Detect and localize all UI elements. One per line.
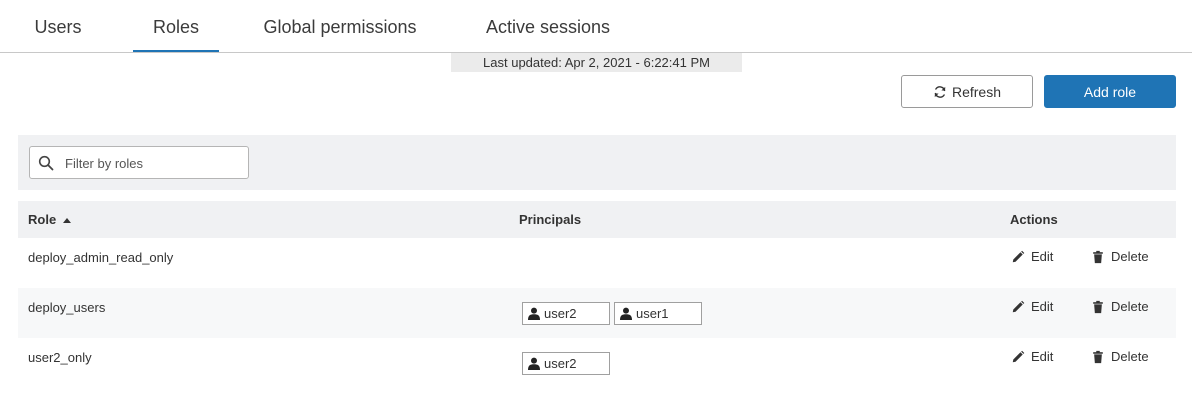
refresh-button[interactable]: Refresh bbox=[901, 75, 1033, 108]
add-role-button-label: Add role bbox=[1083, 83, 1137, 100]
tab-bar: Users Roles Global permissions Active se… bbox=[0, 0, 1192, 53]
delete-button[interactable]: Delete bbox=[1091, 349, 1149, 364]
trash-icon bbox=[1093, 300, 1103, 313]
pencil-icon bbox=[1012, 350, 1025, 362]
tab-roles[interactable]: Roles bbox=[133, 0, 219, 52]
column-header-role-label: Role bbox=[28, 212, 57, 227]
edit-button[interactable]: Edit bbox=[1011, 299, 1053, 314]
principals-list: user2 bbox=[522, 352, 610, 375]
trash-icon bbox=[1093, 350, 1103, 363]
delete-button[interactable]: Delete bbox=[1091, 249, 1149, 264]
user-icon bbox=[620, 307, 632, 320]
edit-label: Edit bbox=[1031, 299, 1054, 314]
delete-label: Delete bbox=[1111, 349, 1149, 364]
principal-chip: user1 bbox=[614, 302, 702, 325]
principal-name: user2 bbox=[544, 306, 577, 321]
filter-input-container[interactable] bbox=[29, 146, 249, 179]
tab-global-permissions[interactable]: Global permissions bbox=[252, 0, 428, 52]
filter-bar bbox=[18, 135, 1176, 190]
filter-roles-input[interactable] bbox=[65, 153, 243, 173]
pencil-icon bbox=[1012, 300, 1025, 312]
delete-label: Delete bbox=[1111, 299, 1149, 314]
table-header: Role Principals Actions bbox=[18, 201, 1176, 238]
table-row: user2_only user2 Edit Delete bbox=[18, 338, 1176, 388]
add-role-button[interactable]: Add role bbox=[1044, 75, 1176, 108]
last-updated-banner: Last updated: Apr 2, 2021 - 6:22:41 PM bbox=[451, 53, 742, 72]
edit-button[interactable]: Edit bbox=[1011, 249, 1053, 264]
sort-ascending-icon bbox=[63, 217, 72, 223]
pencil-icon bbox=[1012, 250, 1025, 262]
column-header-actions: Actions bbox=[1010, 212, 1058, 227]
refresh-button-label: Refresh bbox=[951, 83, 1002, 100]
role-name: user2_only bbox=[28, 350, 92, 365]
delete-label: Delete bbox=[1111, 249, 1149, 264]
table-row: deploy_admin_read_only Edit Delete bbox=[18, 238, 1176, 288]
refresh-icon bbox=[934, 85, 946, 98]
trash-icon bbox=[1093, 250, 1103, 263]
search-icon bbox=[38, 155, 54, 171]
edit-button[interactable]: Edit bbox=[1011, 349, 1053, 364]
principal-chip: user2 bbox=[522, 302, 610, 325]
column-header-principals: Principals bbox=[519, 212, 582, 227]
delete-button[interactable]: Delete bbox=[1091, 299, 1149, 314]
edit-label: Edit bbox=[1031, 349, 1054, 364]
role-name: deploy_admin_read_only bbox=[28, 250, 174, 265]
tab-users[interactable]: Users bbox=[18, 0, 98, 52]
roles-table: Role Principals Actions deploy_admin_rea… bbox=[18, 201, 1176, 388]
principal-name: user2 bbox=[544, 356, 577, 371]
principal-name: user1 bbox=[636, 306, 669, 321]
tab-active-sessions[interactable]: Active sessions bbox=[478, 0, 618, 52]
table-row: deploy_users user2 user1 Edit Delete bbox=[18, 288, 1176, 338]
role-name: deploy_users bbox=[28, 300, 106, 315]
principals-list: user2 user1 bbox=[522, 302, 702, 325]
principal-chip: user2 bbox=[522, 352, 610, 375]
user-icon bbox=[528, 307, 540, 320]
user-icon bbox=[528, 357, 540, 370]
column-header-role[interactable]: Role bbox=[28, 201, 72, 239]
edit-label: Edit bbox=[1031, 249, 1054, 264]
